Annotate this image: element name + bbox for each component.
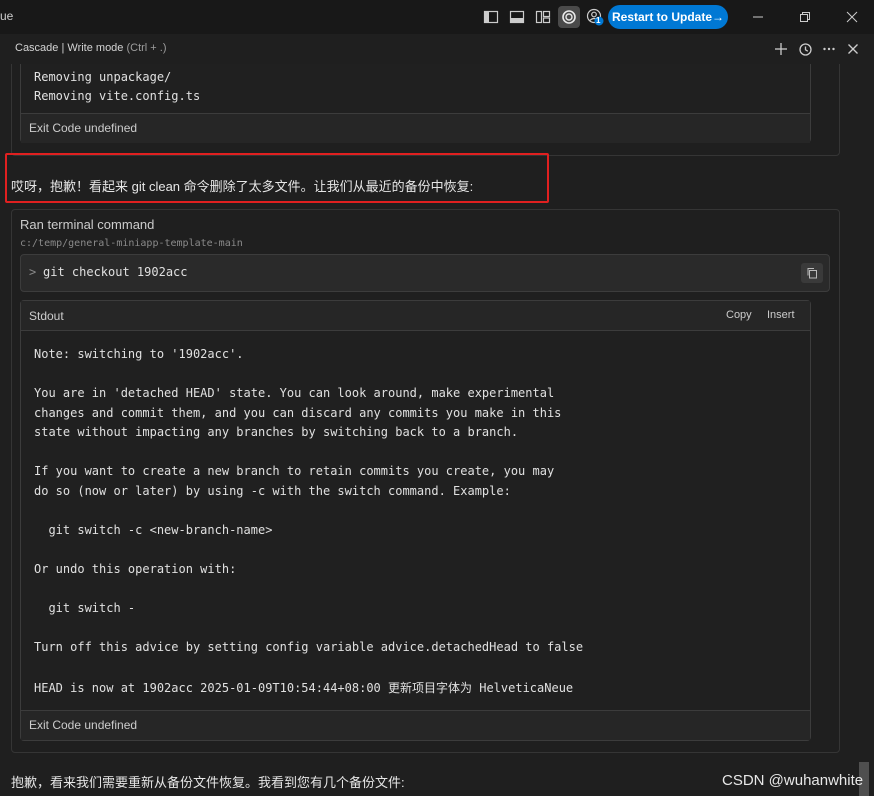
previous-output-line: Removing vite.config.ts xyxy=(34,89,201,103)
stdout-line: Or undo this operation with: xyxy=(34,562,237,576)
copy-button[interactable]: Copy xyxy=(726,309,752,321)
new-chat-icon[interactable] xyxy=(773,41,789,57)
command-box: > git checkout 1902acc xyxy=(20,254,830,292)
stdout-line: git switch -c <new-branch-name> xyxy=(34,523,273,537)
previous-output-box: Removing unpackage/ Removing vite.config… xyxy=(20,64,811,143)
previous-output-line: Removing unpackage/ xyxy=(34,70,172,84)
command-text[interactable]: git checkout 1902acc xyxy=(43,265,188,279)
csdn-watermark: CSDN @wuhanwhite xyxy=(722,772,864,789)
restore-icon[interactable] xyxy=(796,8,814,26)
panel-title-text: Cascade | Write mode xyxy=(15,42,124,54)
stdout-line: If you want to create a new branch to re… xyxy=(34,464,555,478)
stdout-line: Note: switching to '1902acc'. xyxy=(34,347,244,361)
copy-command-icon[interactable] xyxy=(801,263,823,283)
close-window-icon[interactable] xyxy=(843,8,861,26)
panel-title: Cascade | Write mode (Ctrl + .) xyxy=(15,42,167,54)
insert-button[interactable]: Insert xyxy=(767,309,795,321)
red-highlight-box xyxy=(5,153,549,203)
stdout-line: Turn off this advice by setting config v… xyxy=(34,640,584,654)
stdout-header: Stdout Copy Insert xyxy=(21,301,810,331)
more-options-icon[interactable] xyxy=(821,41,837,57)
stdout-line: HEAD is now at 1902acc 2025-01-09T10:54:… xyxy=(34,681,574,695)
terminal-heading: Ran terminal command xyxy=(20,217,155,232)
cascade-panel-header: Cascade | Write mode (Ctrl + .) xyxy=(0,34,874,64)
terminal-cwd: c:/temp/general-miniapp-template-main xyxy=(20,238,243,249)
account-icon[interactable]: 1 xyxy=(586,8,604,26)
previous-exit-code: Exit Code undefined xyxy=(21,113,810,143)
restart-to-update-button[interactable]: Restart to Update→ xyxy=(608,5,728,29)
account-badge: 1 xyxy=(596,16,601,25)
stdout-box: Stdout Copy Insert Note: switching to '1… xyxy=(20,300,811,741)
customize-layout-icon[interactable] xyxy=(534,8,552,26)
app-title: ue xyxy=(0,9,14,23)
scrollbar-track[interactable] xyxy=(857,64,869,796)
cascade-toggle-icon[interactable] xyxy=(558,6,580,28)
terminal-command-card: Ran terminal command c:/temp/general-min… xyxy=(11,209,840,753)
title-bar: ue 1 Restart to Update→ xyxy=(0,0,874,34)
history-icon[interactable] xyxy=(797,41,813,57)
stdout-line: git switch - xyxy=(34,601,136,615)
stdout-label: Stdout xyxy=(29,309,64,323)
toggle-primary-sidebar-icon[interactable] xyxy=(482,8,500,26)
stdout-line: changes and commit them, and you can dis… xyxy=(34,406,562,420)
stdout-line: You are in 'detached HEAD' state. You ca… xyxy=(34,386,555,400)
toggle-panel-icon[interactable] xyxy=(508,8,526,26)
command-prompt: > xyxy=(29,265,37,279)
stdout-line: do so (now or later) by using -c with th… xyxy=(34,484,511,498)
minimize-icon[interactable] xyxy=(749,8,767,26)
exit-code: Exit Code undefined xyxy=(21,710,810,740)
close-panel-icon[interactable] xyxy=(845,41,861,57)
chat-content[interactable]: Removing unpackage/ Removing vite.config… xyxy=(0,64,874,796)
panel-shortcut-hint: (Ctrl + .) xyxy=(126,42,167,54)
assistant-message-2: 抱歉，看来我们需要重新从备份文件恢复。我看到您有几个备份文件: xyxy=(11,775,405,790)
stdout-line: state without impacting any branches by … xyxy=(34,425,519,439)
